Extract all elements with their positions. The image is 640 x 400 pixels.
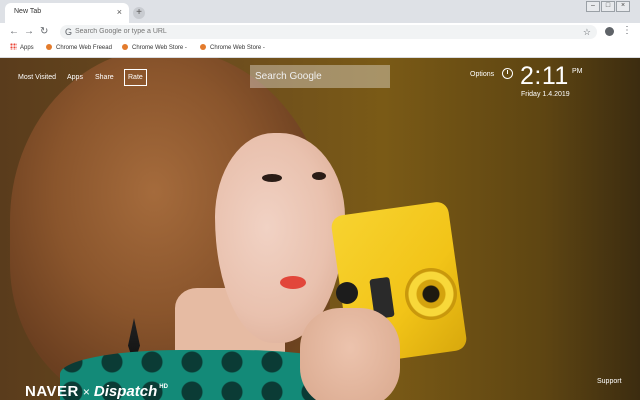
omnibox-input[interactable] — [75, 25, 375, 39]
brand-dispatch: Dispatch — [93, 383, 158, 400]
brand-x: × — [82, 385, 90, 399]
title-bar: New Tab × + – □ × — [0, 0, 640, 23]
clock-icon[interactable] — [502, 68, 513, 79]
bookmark-label: Apps — [20, 45, 34, 51]
chrome-web-store-icon — [200, 44, 206, 50]
chrome-web-store-icon — [122, 44, 128, 50]
google-g-icon: G — [65, 27, 73, 37]
tab-close-icon[interactable]: × — [117, 7, 122, 17]
nav-share[interactable]: Share — [95, 73, 114, 82]
omnibox[interactable]: G ☆ — [60, 25, 597, 39]
bookmark-item[interactable]: Chrome Web Store - — [122, 43, 187, 54]
brand-naver: NAVER — [25, 383, 79, 400]
profile-avatar-icon[interactable] — [605, 27, 614, 36]
maximize-button[interactable]: □ — [601, 1, 615, 12]
background-photo-lips — [280, 276, 306, 289]
clock-ampm: PM — [572, 68, 583, 75]
bookmark-item[interactable]: Chrome Web Store - — [200, 43, 265, 54]
options-link[interactable]: Options — [470, 71, 494, 78]
search-google-input[interactable] — [250, 65, 390, 88]
apps-grid-icon — [10, 43, 17, 50]
brand-hd: HD — [159, 384, 168, 390]
nav-apps[interactable]: Apps — [67, 73, 83, 82]
bookmark-apps[interactable]: Apps — [10, 43, 34, 54]
tab-title: New Tab — [14, 8, 42, 15]
close-window-button[interactable]: × — [616, 1, 630, 12]
clock-date: Friday 1.4.2019 — [521, 91, 570, 98]
minimize-button[interactable]: – — [586, 1, 600, 12]
bookmark-label: Chrome Web Store - — [210, 45, 265, 51]
new-tab-page: Most Visited Apps Share Rate Options 2:1… — [0, 58, 640, 400]
bookmark-star-icon[interactable]: ☆ — [583, 25, 591, 39]
background-photo-hand — [300, 308, 400, 400]
nav-rate[interactable]: Rate — [124, 69, 147, 86]
maximize-icon: □ — [605, 2, 611, 9]
chrome-web-store-icon — [46, 44, 52, 50]
bookmarks-bar: Apps Chrome Web Freead Chrome Web Store … — [0, 41, 640, 58]
background-photo-eye — [312, 172, 326, 180]
support-link[interactable]: Support — [597, 378, 622, 385]
background-photo-camera-lens — [405, 268, 457, 320]
clock-time: 2:11 — [520, 62, 569, 90]
bookmark-label: Chrome Web Freead — [56, 45, 112, 51]
brand-logo: NAVER × Dispatch HD — [25, 383, 168, 400]
bookmark-label: Chrome Web Store - — [132, 45, 187, 51]
close-icon: × — [620, 2, 626, 9]
minimize-icon: – — [591, 2, 595, 9]
bookmark-item[interactable]: Chrome Web Freead — [46, 43, 112, 54]
background-photo-camera-knob — [336, 282, 358, 304]
new-tab-button[interactable]: + — [133, 7, 145, 19]
background-photo-eye — [262, 174, 282, 182]
tab-new-tab[interactable]: New Tab × — [5, 3, 129, 23]
nav-most-visited[interactable]: Most Visited — [18, 73, 56, 82]
browser-toolbar: ← → ↻ G ☆ ⋮ — [0, 23, 640, 41]
forward-arrow-icon[interactable]: → — [24, 25, 34, 39]
reload-icon[interactable]: ↻ — [40, 25, 48, 39]
menu-dots-icon[interactable]: ⋮ — [622, 24, 632, 38]
back-arrow-icon[interactable]: ← — [9, 25, 19, 39]
